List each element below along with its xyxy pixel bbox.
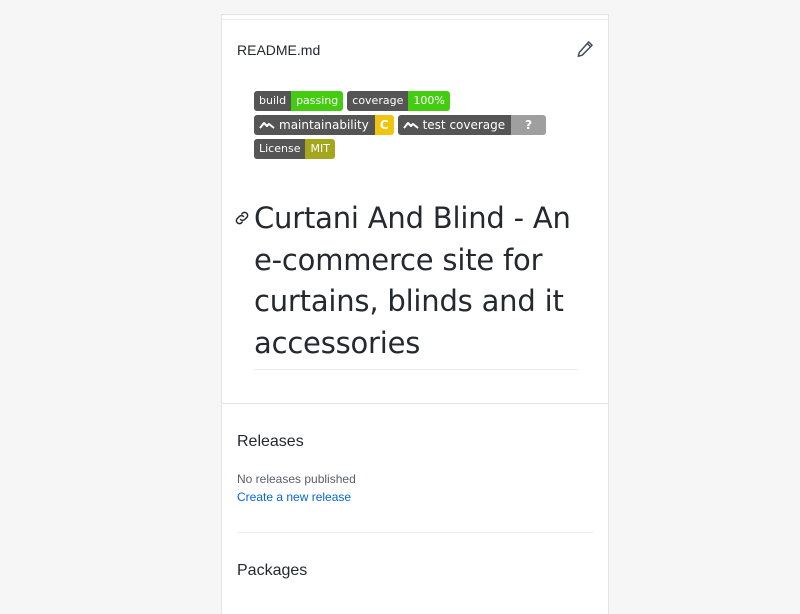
build-badge-label: build (254, 91, 292, 111)
coverage-badge-label: coverage (347, 91, 409, 111)
readme-header: README.md (237, 40, 594, 60)
section-divider (222, 403, 608, 404)
badge-list: build passing coverage 100% maintainabil… (254, 91, 594, 163)
coverage-badge[interactable]: coverage 100% (347, 91, 450, 111)
pencil-icon[interactable] (576, 40, 594, 58)
maintainability-badge-label: maintainability (279, 118, 369, 132)
build-badge-value: passing (291, 91, 344, 111)
maintainability-badge-value: C (374, 115, 394, 135)
readme-filename: README.md (237, 42, 321, 58)
top-divider (222, 19, 608, 20)
readme-heading: Curtani And Blind - An e-commerce site f… (254, 201, 571, 360)
releases-title[interactable]: Releases (237, 433, 304, 451)
test-coverage-badge[interactable]: test coverage ? (397, 115, 547, 135)
codeclimate-icon (259, 122, 275, 129)
license-badge[interactable]: License MIT (254, 139, 335, 159)
create-release-link[interactable]: Create a new release (237, 490, 351, 504)
heading-underline (254, 369, 578, 370)
codeclimate-icon (402, 122, 419, 129)
no-releases-text: No releases published (237, 472, 356, 486)
license-badge-value: MIT (305, 139, 335, 159)
packages-title[interactable]: Packages (237, 562, 307, 580)
test-coverage-badge-label: test coverage (422, 118, 506, 132)
releases-divider (237, 532, 593, 533)
readme-panel: README.md build passing coverage 100% ma… (221, 14, 609, 614)
license-badge-label: License (254, 139, 306, 159)
build-badge[interactable]: build passing (254, 91, 344, 111)
maintainability-badge[interactable]: maintainability C (254, 115, 394, 135)
coverage-badge-value: 100% (408, 91, 450, 111)
test-coverage-badge-value: ? (511, 115, 547, 135)
link-icon[interactable] (234, 210, 250, 226)
